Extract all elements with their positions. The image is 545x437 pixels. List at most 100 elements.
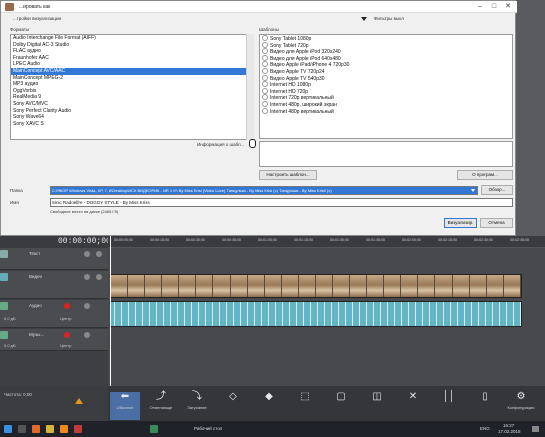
template-list-item[interactable]: Internet 480p, широкий экран	[260, 100, 512, 108]
audio-clip-waveform[interactable]	[110, 301, 522, 327]
template-radio[interactable]	[262, 61, 268, 68]
format-list-item[interactable]: OggVorbis	[11, 88, 253, 95]
chevron-down-icon[interactable]	[361, 17, 367, 21]
filters-label[interactable]: Фильтры выкл	[374, 16, 404, 21]
template-radio[interactable]	[262, 87, 268, 94]
format-list-item[interactable]: RealMedia 9	[11, 94, 253, 101]
template-radio[interactable]	[262, 94, 268, 101]
desktop-label[interactable]: Рабочий стол	[194, 426, 222, 431]
template-radio[interactable]	[262, 41, 268, 48]
vlc-icon[interactable]	[60, 425, 68, 433]
template-list-item[interactable]: Видео для Apple iPod 320x240	[260, 48, 512, 55]
tool-icon: ⤴	[156, 391, 166, 402]
track-header-video[interactable]: Видео	[0, 271, 108, 299]
template-radio[interactable]	[262, 107, 268, 114]
video-clip[interactable]	[110, 274, 522, 298]
toolbar-tool[interactable]: ✕	[398, 392, 428, 405]
formats-scrollbar[interactable]	[246, 34, 254, 140]
toolbar-tool[interactable]: ⤵ Затухание	[182, 392, 212, 411]
format-list-item[interactable]: FLAC аудио	[11, 48, 253, 55]
template-radio[interactable]	[262, 67, 268, 74]
format-list-item[interactable]: Sony AVC/MVC	[11, 101, 253, 108]
notification-icon[interactable]	[532, 426, 539, 432]
language-indicator[interactable]: ENG	[480, 426, 490, 431]
explorer-icon[interactable]	[46, 425, 54, 433]
template-list-item[interactable]: Internet HD 720p	[260, 87, 512, 94]
mute-icon[interactable]	[84, 274, 90, 280]
solo-icon[interactable]	[96, 251, 102, 257]
format-list-item[interactable]: MainConcept MPEG-2	[11, 75, 253, 82]
mute-icon[interactable]	[84, 303, 90, 309]
format-list-item[interactable]: Sony Perfect Clarity Audio	[11, 108, 253, 115]
ruler-tick-label: 00:00:30;00	[186, 238, 205, 242]
template-list-item[interactable]: Internet HD 1080p	[260, 81, 512, 88]
toolbar-tool[interactable]: ⚙ Конфигурации	[506, 392, 536, 411]
name-field[interactable]: Sinic Radoelfre - DOGGY STYLE - By Miss …	[50, 198, 513, 207]
template-radio[interactable]	[262, 81, 268, 88]
vegas-icon[interactable]	[150, 425, 158, 433]
format-list-item[interactable]: Fraunhofer AAC	[11, 55, 253, 62]
record-icon[interactable]	[64, 303, 70, 309]
toolbar-tool[interactable]: ⤴ Отменяюще	[146, 391, 176, 411]
track-header-music[interactable]: Музы... 0,0 дБ Центр	[0, 329, 108, 351]
timeline-ruler[interactable]: 00:00:00;00 00:00:15;00 00:00:30;00 00:00:4…	[108, 236, 545, 248]
mute-icon[interactable]	[84, 251, 90, 257]
template-radio[interactable]	[262, 54, 268, 61]
toolbar-tool[interactable]: ◫	[362, 392, 392, 405]
mute-icon[interactable]	[84, 332, 90, 338]
template-label: Internet 480p вертикальный	[270, 108, 334, 115]
track-header-audio[interactable]: Аудио 0,0 дБ Центр	[0, 300, 108, 328]
template-list-item[interactable]: Видео Apple TV 720p24	[260, 67, 512, 75]
cancel-button[interactable]: Отмена	[480, 218, 513, 228]
toolbar-tool[interactable]: ⬅ Обычное	[110, 392, 140, 420]
templates-list[interactable]: Sony Tablet 1080p Sony Tablet 720p Видео д…	[259, 34, 513, 139]
app-icon[interactable]	[74, 425, 82, 433]
track-header-text[interactable]: Текст	[0, 248, 108, 270]
format-list-item[interactable]: MainConcept AVC/AAC	[11, 67, 253, 75]
format-list-item[interactable]: Dolby Digital AC-3 Studio	[11, 42, 253, 49]
toolbar-tool[interactable]: ⬚	[290, 392, 320, 405]
template-radio[interactable]	[262, 100, 268, 107]
close-button[interactable]: ✕	[501, 1, 515, 12]
toolbar-tool[interactable]: ◇	[218, 392, 248, 405]
chevron-down-icon[interactable]	[471, 189, 475, 192]
toolbar-tool[interactable]: ││	[434, 392, 464, 405]
folder-field[interactable]: C:\ЯКОР Windows Vista, XP, 7, 8\Desktop\…	[50, 186, 478, 195]
template-radio[interactable]	[262, 35, 268, 41]
rate-slider[interactable]	[70, 392, 84, 410]
format-list-item[interactable]: Sony XAVC S	[11, 121, 253, 128]
template-list-item[interactable]: Видео для Apple iPod 640x480	[260, 54, 512, 61]
windows-taskbar: Рабочий стол ENG 16:27 17.02.2018	[0, 421, 545, 437]
browser-icon[interactable]	[32, 425, 40, 433]
maximize-button[interactable]: □	[487, 1, 501, 12]
solo-icon[interactable]	[96, 274, 102, 280]
toolbar-tool[interactable]: ▯	[470, 392, 500, 405]
formats-list[interactable]: Audio Interchange File Format (AIFF) Dolb…	[10, 34, 254, 140]
render-button[interactable]: Визуализир.	[444, 218, 477, 228]
about-button[interactable]: О програм...	[457, 170, 513, 180]
template-radio[interactable]	[262, 48, 268, 55]
template-list-item[interactable]: Видео Apple TV 540p30	[260, 74, 512, 81]
template-list-item[interactable]: Sony Tablet 720p	[260, 41, 512, 48]
template-list-item[interactable]: Internet 720p вертикальный	[260, 94, 512, 101]
toolbar-tool[interactable]: ▢	[326, 392, 356, 405]
minimize-button[interactable]: –	[473, 1, 487, 12]
toolbar-tool[interactable]: ◆	[254, 392, 284, 405]
edit-toolbar: ⬅ Обычное ⤴ Отменяюще ⤵ Затухание ◇ ◆ ⬚ ▢ ◫ ✕ ││ ▯ ⚙ Ко…	[108, 386, 545, 421]
template-list-item[interactable]: Internet 480p вертикальный	[260, 107, 512, 115]
template-list-item[interactable]: Видео Apple iPad/iPhone 4 720p30	[260, 61, 512, 68]
format-list-item[interactable]: Audio Interchange File Format (AIFF)	[11, 35, 253, 42]
start-icon[interactable]	[4, 425, 12, 433]
clock-date: 17.02.2018	[498, 429, 521, 434]
customize-template-button[interactable]: Настроить шаблон...	[259, 170, 317, 180]
format-list-item[interactable]: MP3 аудио	[11, 81, 253, 88]
search-icon[interactable]	[18, 425, 26, 433]
template-list-item[interactable]: Sony Tablet 1080p	[260, 35, 512, 42]
template-radio[interactable]	[262, 74, 268, 81]
format-list-item[interactable]: LPEC Audio	[11, 61, 253, 68]
playhead-marker[interactable]	[110, 236, 111, 386]
format-list-item[interactable]: Sony Wave64	[11, 114, 253, 121]
visualization-settings-label[interactable]: ...тройки визуализации	[13, 16, 61, 21]
browse-button[interactable]: Обзор...	[481, 185, 513, 195]
record-icon[interactable]	[64, 332, 70, 338]
